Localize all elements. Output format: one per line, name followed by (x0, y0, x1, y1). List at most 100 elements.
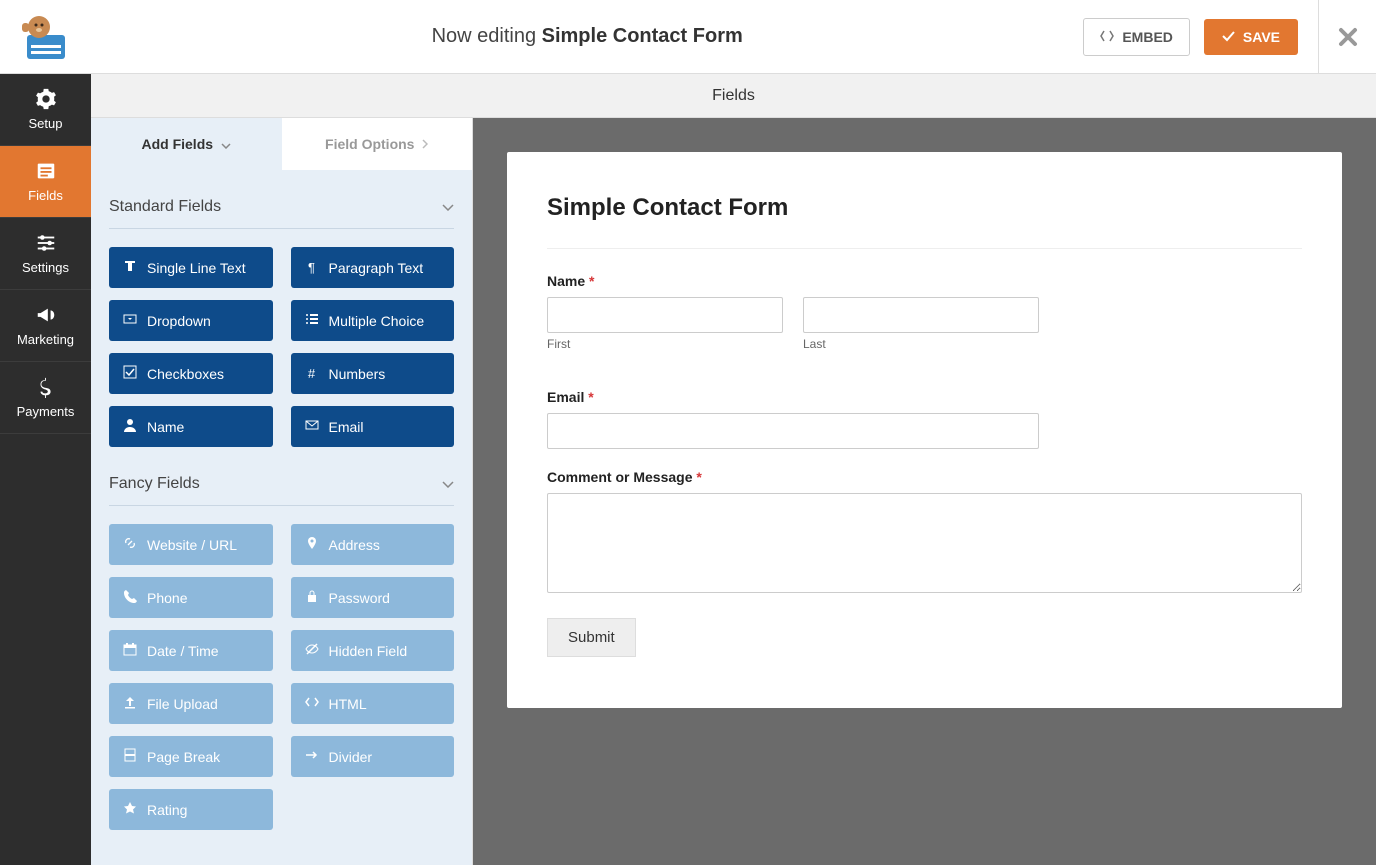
field-email[interactable]: Email (291, 406, 455, 447)
field-label: Single Line Text (147, 260, 246, 276)
eye-off-icon (305, 642, 319, 659)
field-label: Address (329, 537, 380, 553)
field-date-time[interactable]: Date / Time (109, 630, 273, 671)
star-icon (123, 801, 137, 818)
hash-icon: # (305, 366, 319, 381)
field-paragraph-text[interactable]: ¶Paragraph Text (291, 247, 455, 288)
standard-fields-grid: Single Line Text ¶Paragraph Text Dropdow… (109, 229, 454, 447)
nav-fields-label: Fields (28, 188, 63, 203)
field-file-upload[interactable]: File Upload (109, 683, 273, 724)
field-label: HTML (329, 696, 367, 712)
app-logo (0, 13, 91, 61)
submit-button[interactable]: Submit (547, 618, 636, 657)
arrow-right-icon (305, 748, 319, 765)
close-button[interactable] (1318, 0, 1376, 74)
field-label: Numbers (329, 366, 386, 382)
gear-icon (35, 88, 57, 110)
required-mark: * (589, 273, 594, 289)
field-numbers[interactable]: # Numbers (291, 353, 455, 394)
last-sublabel: Last (803, 337, 1039, 351)
field-hidden-field[interactable]: Hidden Field (291, 630, 455, 671)
chevron-down-icon (221, 136, 231, 152)
checkbox-icon (123, 365, 137, 382)
nav-settings-label: Settings (22, 260, 69, 275)
required-mark: * (588, 389, 593, 405)
embed-button[interactable]: EMBED (1083, 18, 1190, 56)
code-icon (305, 695, 319, 712)
save-label: SAVE (1243, 29, 1280, 45)
chevron-down-icon (442, 198, 454, 216)
form-field-email[interactable]: Email * (547, 389, 1302, 449)
field-phone[interactable]: Phone (109, 577, 273, 618)
embed-label: EMBED (1122, 29, 1173, 45)
field-website-url[interactable]: Website / URL (109, 524, 273, 565)
tab-add-fields[interactable]: Add Fields (91, 118, 282, 170)
check-icon (1222, 29, 1235, 45)
email-label: Email * (547, 389, 1302, 405)
save-button[interactable]: SAVE (1204, 19, 1298, 55)
tab-field-options-label: Field Options (325, 136, 414, 152)
field-password[interactable]: Password (291, 577, 455, 618)
field-label: Dropdown (147, 313, 211, 329)
comment-textarea[interactable] (547, 493, 1302, 593)
field-label: Hidden Field (329, 643, 408, 659)
field-multiple-choice[interactable]: Multiple Choice (291, 300, 455, 341)
form-field-comment[interactable]: Comment or Message * (547, 469, 1302, 598)
nav-marketing-label: Marketing (17, 332, 74, 347)
editing-form-name: Simple Contact Form (542, 25, 743, 47)
section-fancy-fields[interactable]: Fancy Fields (109, 447, 454, 506)
topbar: Now editing Simple Contact Form EMBED SA… (0, 0, 1376, 74)
field-divider[interactable]: Divider (291, 736, 455, 777)
field-html[interactable]: HTML (291, 683, 455, 724)
user-icon (123, 418, 137, 435)
nav-payments-label: Payments (17, 404, 75, 419)
nav-settings[interactable]: Settings (0, 218, 91, 290)
field-label: File Upload (147, 696, 218, 712)
wpforms-logo-icon (19, 13, 73, 61)
list-icon (305, 312, 319, 329)
bullhorn-icon (35, 304, 57, 326)
close-icon (1338, 27, 1358, 47)
field-dropdown[interactable]: Dropdown (109, 300, 273, 341)
required-mark: * (696, 469, 701, 485)
tab-field-options[interactable]: Field Options (282, 118, 473, 170)
field-label: Page Break (147, 749, 220, 765)
subheader-title: Fields (91, 74, 1376, 118)
field-single-line-text[interactable]: Single Line Text (109, 247, 273, 288)
link-icon (123, 536, 137, 553)
chevron-down-icon (442, 475, 454, 493)
field-label: Divider (329, 749, 373, 765)
name-label: Name * (547, 273, 1302, 289)
pin-icon (305, 536, 319, 553)
chevron-right-icon (422, 136, 428, 152)
section-fancy-title: Fancy Fields (109, 475, 200, 493)
field-name[interactable]: Name (109, 406, 273, 447)
nav-fields[interactable]: Fields (0, 146, 91, 218)
field-checkboxes[interactable]: Checkboxes (109, 353, 273, 394)
nav-payments[interactable]: Payments (0, 362, 91, 434)
phone-icon (123, 589, 137, 606)
field-page-break[interactable]: Page Break (109, 736, 273, 777)
form-field-name[interactable]: Name * First Last (547, 273, 1302, 369)
field-label: Phone (147, 590, 187, 606)
field-label: Rating (147, 802, 187, 818)
fancy-fields-grid: Website / URL Address Phone Password Dat… (109, 506, 454, 830)
nav-marketing[interactable]: Marketing (0, 290, 91, 362)
field-label: Date / Time (147, 643, 219, 659)
form-title: Simple Contact Form (547, 194, 1302, 222)
nav-setup[interactable]: Setup (0, 74, 91, 146)
submit-label: Submit (568, 629, 615, 646)
section-standard-fields[interactable]: Standard Fields (109, 170, 454, 229)
field-label: Paragraph Text (329, 260, 424, 276)
first-name-input[interactable] (547, 297, 783, 333)
field-address[interactable]: Address (291, 524, 455, 565)
email-input[interactable] (547, 413, 1039, 449)
sliders-icon (35, 232, 57, 254)
panel-tabs: Add Fields Field Options (91, 118, 472, 170)
divider (547, 248, 1302, 249)
last-name-input[interactable] (803, 297, 1039, 333)
field-rating[interactable]: Rating (109, 789, 273, 830)
first-sublabel: First (547, 337, 783, 351)
page-break-icon (123, 748, 137, 765)
form-icon (35, 160, 57, 182)
